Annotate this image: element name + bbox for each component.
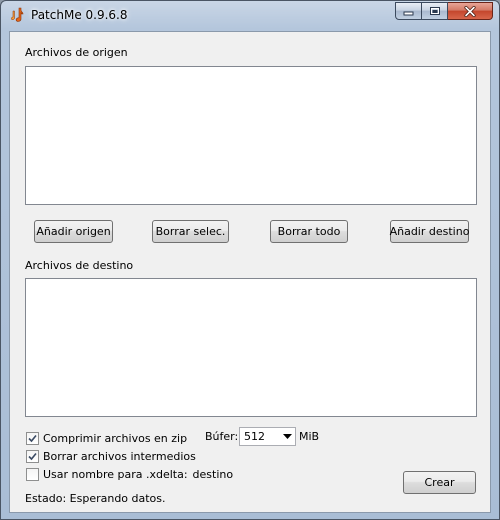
compress-zip-label: Comprimir archivos en zip	[43, 431, 188, 445]
add-source-button[interactable]: Añadir origen	[34, 220, 113, 243]
compress-zip-option[interactable]: Comprimir archivos en zip	[26, 431, 187, 445]
chevron-down-icon	[283, 434, 292, 439]
maximize-button[interactable]	[422, 2, 448, 20]
close-button[interactable]	[448, 2, 493, 20]
delete-selected-button[interactable]: Borrar selec.	[152, 220, 229, 243]
delete-all-button[interactable]: Borrar todo	[270, 220, 348, 243]
use-name-checkbox[interactable]	[26, 467, 39, 481]
status-text: Estado: Esperando datos.	[25, 492, 166, 505]
music-note-icon	[10, 7, 24, 22]
use-name-label: Usar nombre para .xdelta:	[43, 467, 188, 481]
delete-intermediate-label: Borrar archivos intermedios	[43, 449, 196, 463]
app-window: PatchMe 0.9.6.8 Archivos de origen Añadi…	[0, 0, 500, 520]
buffer-label: Búfer:	[205, 430, 239, 443]
buffer-unit: MiB	[299, 430, 320, 443]
source-files-label: Archivos de origen	[25, 46, 128, 59]
minimize-button[interactable]	[395, 2, 422, 20]
use-name-value: destino	[192, 467, 234, 481]
maximize-icon	[429, 7, 440, 15]
buffer-select[interactable]: 512	[239, 427, 296, 446]
caption-buttons	[395, 2, 493, 21]
title-bar[interactable]: PatchMe 0.9.6.8	[1, 1, 499, 30]
use-name-option[interactable]: Usar nombre para .xdelta: destino	[26, 467, 233, 481]
destination-files-list[interactable]	[25, 278, 477, 417]
add-destination-button[interactable]: Añadir destino	[390, 220, 469, 243]
client-area: Archivos de origen Añadir origen Borrar …	[9, 31, 491, 513]
buffer-value: 512	[244, 430, 265, 443]
source-files-list[interactable]	[25, 66, 477, 205]
window-title: PatchMe 0.9.6.8	[31, 8, 128, 22]
destination-files-label: Archivos de destino	[25, 259, 134, 272]
delete-intermediate-checkbox[interactable]	[26, 449, 39, 463]
create-button[interactable]: Crear	[403, 471, 476, 494]
delete-intermediate-option[interactable]: Borrar archivos intermedios	[26, 449, 196, 463]
close-icon	[464, 5, 476, 17]
checkmark-icon	[28, 452, 37, 460]
checkmark-icon	[28, 434, 37, 442]
compress-zip-checkbox[interactable]	[26, 431, 39, 445]
minimize-icon	[403, 11, 414, 15]
